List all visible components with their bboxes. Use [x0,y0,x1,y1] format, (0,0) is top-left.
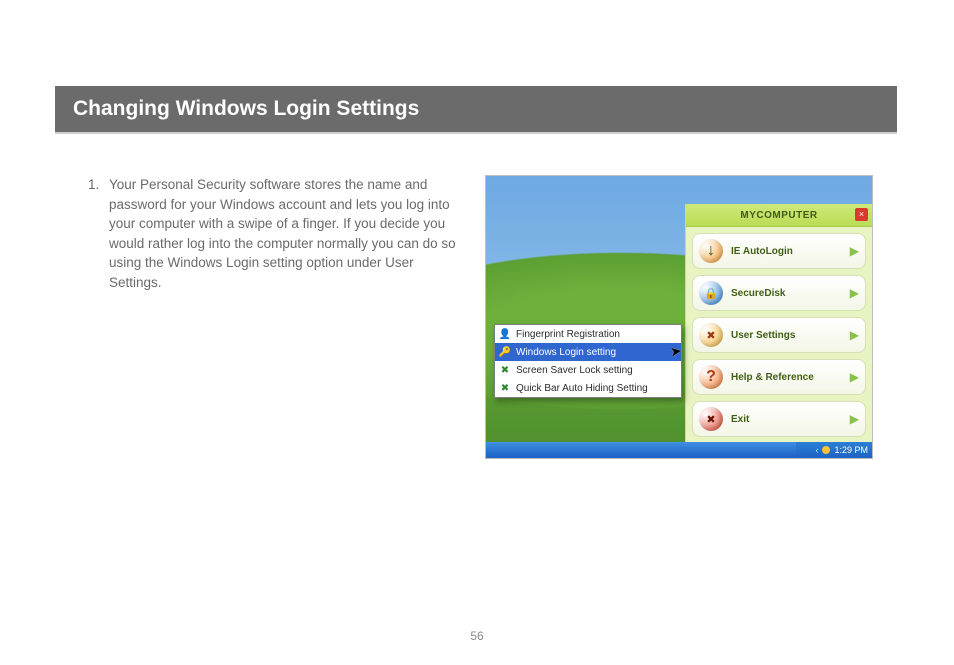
section-title-bar: Changing Windows Login Settings [55,86,897,134]
close-icon[interactable]: × [855,208,868,221]
cursor-icon: ➤ [669,342,683,360]
sidebar-item-label: Help & Reference [731,372,850,383]
system-tray[interactable]: ‹ 1:29 PM [796,442,872,458]
sidebar-item-label: User Settings [731,330,850,341]
tools-icon: ✖ [499,382,511,394]
section-title: Changing Windows Login Settings [73,97,419,121]
fingerprint-icon: 👤 [499,328,511,340]
download-icon: ↓ [699,239,723,263]
tray-icon[interactable] [822,446,830,454]
sidebar-item-exit[interactable]: ✖ Exit ▶ [692,401,866,437]
chevron-right-icon: ▶ [850,412,859,426]
step-1-text: Your Personal Security software stores t… [103,175,467,292]
instruction-text: Your Personal Security software stores t… [85,175,467,459]
menu-item-label: Fingerprint Registration [516,329,620,340]
sidebar-item-label: SecureDisk [731,288,850,299]
sidebar-item-user-settings[interactable]: ✖ User Settings ▶ [692,317,866,353]
quickbar-sidebar: MYCOMPUTER × ↓ IE AutoLogin ▶ 🔒 [685,204,872,442]
sidebar-item-label: IE AutoLogin [731,246,850,257]
taskbar[interactable]: ‹ 1:29 PM [486,442,872,458]
settings-icon: ✖ [699,323,723,347]
sidebar-list: ↓ IE AutoLogin ▶ 🔒 SecureDisk ▶ [686,227,872,449]
menu-item-fingerprint-registration[interactable]: 👤 Fingerprint Registration [495,325,681,343]
tools-icon: ✖ [499,364,511,376]
lock-icon: 🔒 [699,281,723,305]
menu-item-screensaver-lock[interactable]: ✖ Screen Saver Lock setting [495,361,681,379]
exit-icon: ✖ [699,407,723,431]
document-page: Changing Windows Login Settings Your Per… [0,0,954,665]
tray-expand-icon[interactable]: ‹ [815,445,818,455]
sidebar-item-label: Exit [731,414,850,425]
sidebar-header: MYCOMPUTER × [686,204,872,227]
clock: 1:29 PM [834,445,868,455]
menu-item-label: Quick Bar Auto Hiding Setting [516,383,648,394]
sidebar-item-securedisk[interactable]: 🔒 SecureDisk ▶ [692,275,866,311]
chevron-right-icon: ▶ [850,370,859,384]
chevron-right-icon: ▶ [850,328,859,342]
sidebar-item-ie-autologin[interactable]: ↓ IE AutoLogin ▶ [692,233,866,269]
key-icon: 🔑 [499,346,511,358]
chevron-right-icon: ▶ [850,244,859,258]
chevron-right-icon: ▶ [850,286,859,300]
page-number: 56 [0,629,954,643]
menu-item-windows-login-setting[interactable]: 🔑 Windows Login setting [495,343,681,361]
content-row: Your Personal Security software stores t… [85,175,875,459]
menu-item-label: Screen Saver Lock setting [516,365,633,376]
help-icon: ? [699,365,723,389]
user-settings-submenu: 👤 Fingerprint Registration 🔑 Windows Log… [494,324,682,398]
sidebar-title: MYCOMPUTER [740,210,817,221]
sidebar-item-help[interactable]: ? Help & Reference ▶ [692,359,866,395]
embedded-screenshot: MYCOMPUTER × ↓ IE AutoLogin ▶ 🔒 [485,175,873,459]
menu-item-label: Windows Login setting [516,347,616,358]
menu-item-quickbar-autohide[interactable]: ✖ Quick Bar Auto Hiding Setting [495,379,681,397]
